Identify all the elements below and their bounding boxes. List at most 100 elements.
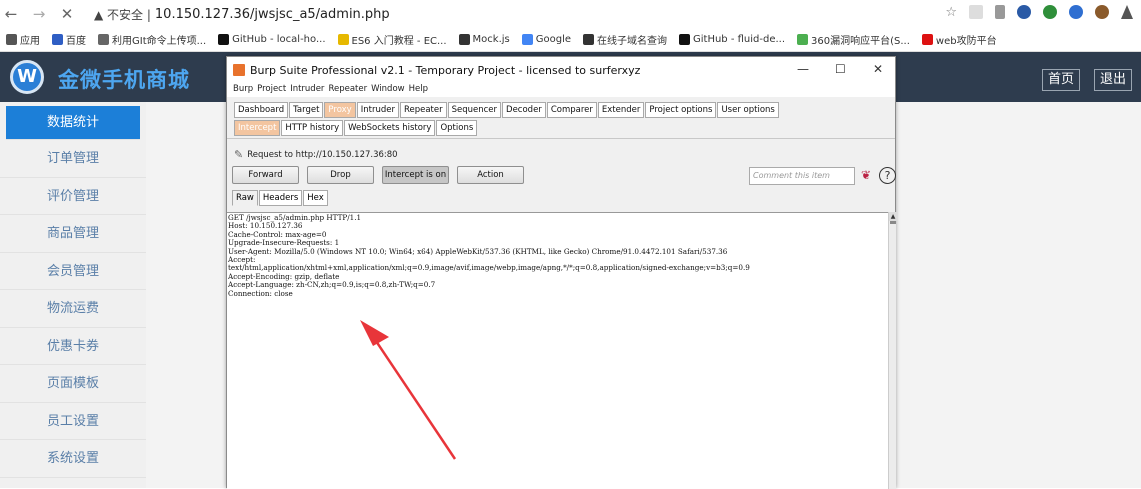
sidebar-item[interactable]: 评价管理 [0, 178, 146, 215]
bookmark-item[interactable]: 在线子域名查询 [583, 32, 667, 47]
bookmark-item[interactable]: ES6 入门教程 - EC... [337, 32, 447, 47]
minimize-button[interactable]: — [797, 62, 809, 76]
scroll-up-icon[interactable]: ▲ [889, 212, 897, 221]
highlight-icon[interactable]: ❦ [861, 168, 871, 182]
pencil-icon[interactable]: ✎ [234, 148, 243, 161]
bookmark-icon [98, 34, 109, 45]
main-tab[interactable]: Dashboard [234, 102, 289, 118]
request-line: Host: 10.150.127.36 [228, 221, 303, 231]
menu-item[interactable]: Repeater [328, 83, 367, 97]
warning-icon[interactable] [1121, 5, 1133, 19]
bookmark-label: GitHub - fluid-de... [693, 34, 786, 45]
bookmark-item[interactable]: 利用GIt命令上传项... [98, 32, 206, 47]
proxy-tab[interactable]: WebSockets history [344, 120, 436, 136]
url-field[interactable]: 10.150.127.36/jwsjsc_a5/admin.php [155, 7, 390, 22]
drop-button[interactable]: Drop [307, 166, 374, 184]
sidebar-item[interactable]: 订单管理 [0, 140, 146, 178]
burp-main-tabs: Dashboard Target Proxy Intruder Repeater Sequ… [227, 102, 895, 118]
menu-item[interactable]: Project [257, 83, 286, 97]
main-tab[interactable]: Repeater [399, 102, 447, 118]
burp-logo-icon [233, 64, 245, 76]
bookmark-label: GitHub - local-ho... [232, 34, 326, 45]
sidebar-item[interactable]: 系统设置 [0, 440, 146, 478]
close-icon[interactable]: ✕ [56, 5, 78, 23]
main-tab[interactable]: Project options [645, 102, 717, 118]
proxy-tab[interactable]: Intercept [234, 120, 281, 136]
burp-menubar: Burp Project Intruder Repeater Window Help [227, 83, 895, 97]
help-icon[interactable]: ? [879, 167, 896, 184]
raw-request-text[interactable]: GET /jwsjsc_a5/admin.php HTTP/1.1 Host: 1… [227, 213, 888, 298]
burp-window-title: Burp Suite Professional v2.1 - Temporary… [250, 63, 641, 77]
bookmark-item[interactable]: Mock.js [458, 34, 510, 45]
comment-input[interactable]: Comment this item [749, 167, 855, 185]
request-editor[interactable]: GET /jwsjsc_a5/admin.php HTTP/1.1 Host: 1… [227, 212, 888, 489]
request-target-text: Request to http://10.150.127.36:80 [247, 149, 398, 160]
view-tab[interactable]: Raw [232, 190, 258, 206]
filter-icon[interactable] [995, 5, 1005, 19]
main-tab[interactable]: Sequencer [447, 102, 502, 118]
sidebar-item[interactable]: 页面模板 [0, 365, 146, 403]
bookmark-label: ES6 入门教程 - EC... [351, 36, 447, 47]
action-button[interactable]: Action [457, 166, 524, 184]
back-icon[interactable]: ← [0, 5, 22, 23]
bookmark-item[interactable]: 应用 [6, 32, 40, 47]
menu-item[interactable]: Intruder [290, 83, 324, 97]
bookmark-label: 百度 [66, 36, 86, 47]
bookmark-item[interactable]: web攻防平台 [921, 32, 997, 47]
bookmark-label: 360漏洞响应平台(S... [811, 36, 910, 47]
main-tab[interactable]: Comparer [546, 102, 597, 118]
bookmark-icon [583, 34, 594, 45]
cookie-icon[interactable] [1095, 5, 1109, 19]
bookmark-icon [52, 34, 63, 45]
bookmark-item[interactable]: GitHub - local-ho... [218, 34, 326, 45]
close-button[interactable]: ✕ [873, 62, 883, 76]
main-tab[interactable]: Proxy [324, 102, 356, 118]
bookmark-label: Google [535, 34, 571, 45]
extension-icon[interactable] [1043, 5, 1057, 19]
proxy-subtabs: Intercept HTTP history WebSockets history O… [227, 120, 895, 139]
extension-icon[interactable] [1069, 5, 1083, 19]
view-tab[interactable]: Headers [258, 190, 303, 206]
bookmark-item[interactable]: 360漏洞响应平台(S... [797, 32, 910, 47]
main-tab[interactable]: Extender [597, 102, 645, 118]
maximize-button[interactable]: ☐ [835, 62, 846, 76]
scroll-thumb[interactable] [890, 221, 896, 224]
bookmark-label: 利用GIt命令上传项... [112, 36, 207, 47]
bookmark-item[interactable]: Google [521, 34, 571, 45]
home-button[interactable]: 首页 [1042, 69, 1081, 91]
forward-icon[interactable]: → [28, 5, 50, 23]
bookmark-item[interactable]: GitHub - fluid-de... [679, 34, 785, 45]
view-tab[interactable]: Hex [303, 190, 328, 206]
sidebar-item[interactable]: 员工设置 [0, 403, 146, 440]
admin-sidebar: 数据统计 订单管理 评价管理 商品管理 会员管理 物流运费 优惠卡券 页面模板 员工设置 系统设置 [0, 102, 146, 488]
message-view-tabs: Raw Headers Hex [232, 190, 895, 206]
proxy-tab[interactable]: HTTP history [281, 120, 344, 136]
bookmark-item[interactable]: 百度 [52, 32, 86, 47]
sidebar-item[interactable]: 商品管理 [0, 215, 146, 253]
main-tab[interactable]: User options [717, 102, 779, 118]
logout-button[interactable]: 退出 [1094, 69, 1133, 91]
bookmark-icon [679, 34, 690, 45]
sidebar-item[interactable]: 数据统计 [6, 106, 140, 140]
extension-icon[interactable] [969, 5, 983, 19]
security-indicator[interactable]: ▲ 不安全 | [94, 6, 151, 23]
forward-button[interactable]: Forward [232, 166, 299, 184]
extension-icons: ☆ [945, 5, 1133, 20]
sidebar-item[interactable]: 物流运费 [0, 290, 146, 328]
main-tab[interactable]: Decoder [502, 102, 546, 118]
extension-icon[interactable] [1017, 5, 1031, 19]
sidebar-item[interactable]: 优惠卡券 [0, 328, 146, 365]
proxy-tab[interactable]: Options [436, 120, 478, 136]
intercept-toggle-button[interactable]: Intercept is on [382, 166, 449, 184]
burp-window: Burp Suite Professional v2.1 - Temporary… [226, 56, 897, 489]
star-icon[interactable]: ☆ [945, 5, 957, 20]
main-tab[interactable]: Intruder [356, 102, 399, 118]
sidebar-item[interactable]: 会员管理 [0, 253, 146, 290]
menu-item[interactable]: Burp [233, 83, 253, 97]
bookmark-icon [797, 34, 809, 45]
menu-item[interactable]: Help [409, 83, 428, 97]
main-tab[interactable]: Target [289, 102, 324, 118]
editor-scrollbar[interactable]: ▲ [888, 212, 897, 489]
request-line: Connection: close [228, 288, 293, 298]
menu-item[interactable]: Window [371, 83, 405, 97]
